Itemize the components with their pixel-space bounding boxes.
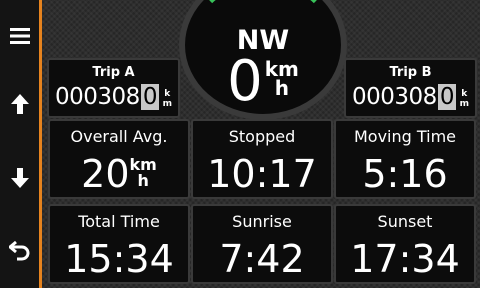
tile-value: 20 km h [81, 152, 157, 196]
tile-value: 17:34 [350, 237, 460, 281]
arrow-up-icon [10, 94, 29, 114]
sidebar [0, 0, 42, 288]
arrow-down-icon [10, 168, 29, 188]
trip-b-odometer[interactable]: Trip B 000308 0 km [344, 58, 477, 118]
trip-computer-main: Trip A 000308 0 km Trip B 000308 0 km NW 0… [42, 0, 480, 288]
trip-b-decimal: 0 [437, 84, 456, 110]
tile-value: 7:42 [219, 237, 305, 281]
compass-speedometer[interactable]: NW 0 km h [179, 0, 347, 120]
trip-b-value: 000308 0 [352, 84, 456, 110]
current-speed: 0 km h [227, 49, 299, 114]
back-button[interactable] [0, 230, 39, 270]
tile-value: 15:34 [64, 237, 174, 281]
speed-unit: km h [129, 155, 157, 190]
scroll-down-button[interactable] [0, 158, 39, 198]
tile-sunrise[interactable]: Sunrise 7:42 [191, 204, 333, 284]
tile-label: Sunrise [232, 212, 292, 231]
speed-unit: km h [264, 57, 299, 100]
trip-a-odometer[interactable]: Trip A 000308 0 km [47, 58, 180, 118]
trip-a-decimal: 0 [140, 84, 159, 110]
trip-a-value: 000308 0 [55, 84, 159, 110]
trip-a-unit: km [162, 89, 172, 109]
tile-value: 10:17 [207, 152, 317, 196]
tile-moving-time[interactable]: Moving Time 5:16 [334, 119, 476, 199]
scroll-up-button[interactable] [0, 84, 39, 124]
back-arrow-icon [8, 240, 29, 261]
tile-label: Moving Time [353, 127, 457, 146]
menu-button[interactable] [0, 16, 39, 56]
trip-b-unit: km [459, 89, 469, 109]
tile-overall-avg[interactable]: Overall Avg. 20 km h [48, 119, 190, 199]
compass-heading: NW [236, 25, 290, 56]
hamburger-menu-icon [9, 28, 30, 44]
tile-sunset[interactable]: Sunset 17:34 [334, 204, 476, 284]
tile-label: Total Time [78, 212, 160, 231]
tile-label: Sunset [377, 212, 433, 231]
trip-b-label: Trip B [389, 65, 432, 80]
tile-stopped[interactable]: Stopped 10:17 [191, 119, 333, 199]
tile-total-time[interactable]: Total Time 15:34 [48, 204, 190, 284]
tile-label: Stopped [228, 127, 296, 146]
trip-a-label: Trip A [92, 65, 135, 80]
tile-value: 5:16 [362, 152, 448, 196]
tile-label: Overall Avg. [70, 127, 168, 146]
